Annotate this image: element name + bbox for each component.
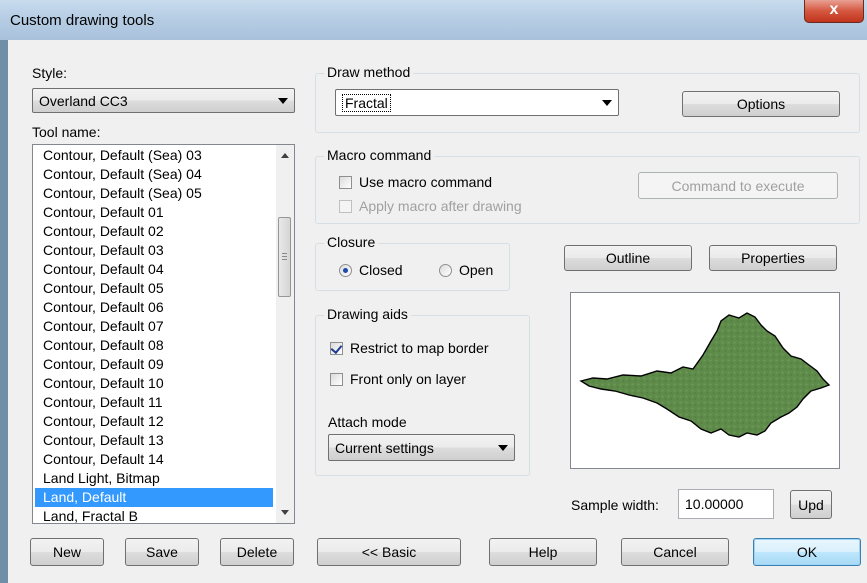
basic-button[interactable]: << Basic — [317, 538, 461, 566]
tool-list-item[interactable]: Contour, Default 01 — [35, 203, 273, 222]
land-sample-shape — [579, 312, 831, 438]
closed-radio[interactable] — [339, 264, 352, 277]
tool-list-item[interactable]: Contour, Default (Sea) 05 — [35, 184, 273, 203]
draw-method-dropdown[interactable]: Fractal — [335, 89, 619, 116]
sample-width-input[interactable]: 10.00000 — [678, 489, 774, 519]
tool-list-item[interactable]: Land, Fractal B — [35, 507, 273, 523]
tool-list-item[interactable]: Land Light, Bitmap — [35, 469, 273, 488]
chevron-down-icon — [602, 99, 612, 106]
radio-selected-dot — [343, 268, 348, 273]
tool-list-item[interactable]: Contour, Default 08 — [35, 336, 273, 355]
tool-list-item[interactable]: Contour, Default (Sea) 03 — [35, 146, 273, 165]
land-polygon — [579, 312, 831, 438]
sample-preview — [570, 292, 840, 469]
scroll-down-icon[interactable] — [281, 510, 289, 515]
tool-list-item[interactable]: Contour, Default 11 — [35, 393, 273, 412]
style-dropdown[interactable]: Overland CC3 — [32, 88, 295, 113]
command-to-execute-button[interactable]: Command to execute — [638, 172, 838, 199]
tool-list-items: Contour, Default (Sea) 03 Contour, Defaul… — [35, 146, 273, 523]
window-title: Custom drawing tools — [10, 12, 155, 29]
cancel-button[interactable]: Cancel — [621, 538, 729, 566]
closure-legend: Closure — [324, 234, 379, 250]
use-macro-label: Use macro command — [359, 174, 493, 190]
tool-list-item[interactable]: Contour, Default (Sea) 04 — [35, 165, 273, 184]
attach-mode-label: Attach mode — [328, 414, 407, 430]
style-selected: Overland CC3 — [39, 92, 128, 109]
ok-button[interactable]: OK — [753, 538, 861, 566]
properties-button[interactable]: Properties — [709, 245, 837, 271]
upd-button[interactable]: Upd — [790, 490, 832, 519]
tool-list-item[interactable]: Contour, Default 03 — [35, 241, 273, 260]
title-bar: Custom drawing tools x — [0, 0, 867, 40]
chevron-down-icon — [498, 444, 508, 451]
list-scrollbar[interactable] — [276, 145, 294, 523]
tool-list-item[interactable]: Contour, Default 13 — [35, 431, 273, 450]
scroll-thumb[interactable] — [278, 217, 291, 297]
attach-mode-selected: Current settings — [335, 439, 434, 456]
attach-mode-dropdown[interactable]: Current settings — [328, 434, 515, 461]
tool-list-item[interactable]: Contour, Default 04 — [35, 260, 273, 279]
restrict-checkbox[interactable] — [330, 341, 343, 355]
tool-list-item[interactable]: Contour, Default 14 — [35, 450, 273, 469]
close-icon: x — [829, 1, 839, 18]
dialog-client: Style: Overland CC3 Tool name: Contour, … — [8, 40, 867, 583]
apply-macro-checkbox[interactable] — [339, 200, 352, 213]
scroll-up-icon[interactable] — [281, 153, 289, 158]
close-button[interactable]: x — [804, 0, 864, 23]
drawing-aids-legend: Drawing aids — [324, 306, 411, 322]
draw-method-selected: Fractal — [342, 93, 391, 112]
grip-line — [282, 259, 287, 260]
save-button[interactable]: Save — [125, 538, 199, 566]
checkmark-icon — [330, 341, 343, 355]
new-button[interactable]: New — [30, 538, 104, 566]
help-button[interactable]: Help — [489, 538, 597, 566]
tool-name-list[interactable]: Contour, Default (Sea) 03 Contour, Defaul… — [32, 144, 295, 524]
tool-list-item[interactable]: Contour, Default 09 — [35, 355, 273, 374]
options-button[interactable]: Options — [682, 91, 840, 117]
grip-line — [282, 253, 287, 254]
tool-list-item[interactable]: Contour, Default 10 — [35, 374, 273, 393]
tool-list-item[interactable]: Land, Default — [35, 488, 273, 507]
draw-method-legend: Draw method — [324, 64, 414, 80]
tool-list-item[interactable]: Contour, Default 06 — [35, 298, 273, 317]
front-only-checkbox[interactable] — [330, 373, 343, 386]
chevron-down-icon — [278, 97, 288, 104]
sample-width-label: Sample width: — [571, 497, 659, 513]
restrict-label: Restrict to map border — [350, 340, 489, 356]
tool-list-item[interactable]: Contour, Default 02 — [35, 222, 273, 241]
tool-list-item[interactable]: Contour, Default 05 — [35, 279, 273, 298]
tool-list-item[interactable]: Contour, Default 12 — [35, 412, 273, 431]
style-label: Style: — [32, 65, 68, 81]
delete-button[interactable]: Delete — [220, 538, 294, 566]
apply-macro-label: Apply macro after drawing — [359, 198, 522, 214]
use-macro-checkbox[interactable] — [339, 176, 352, 189]
tool-list-item[interactable]: Contour, Default 07 — [35, 317, 273, 336]
tool-name-label: Tool name: — [32, 124, 101, 140]
macro-legend: Macro command — [324, 147, 435, 163]
grip-line — [282, 256, 287, 257]
open-radio[interactable] — [439, 264, 452, 277]
open-label: Open — [459, 262, 494, 278]
outline-button[interactable]: Outline — [564, 245, 692, 271]
closed-label: Closed — [359, 262, 403, 278]
front-only-label: Front only on layer — [350, 371, 466, 387]
